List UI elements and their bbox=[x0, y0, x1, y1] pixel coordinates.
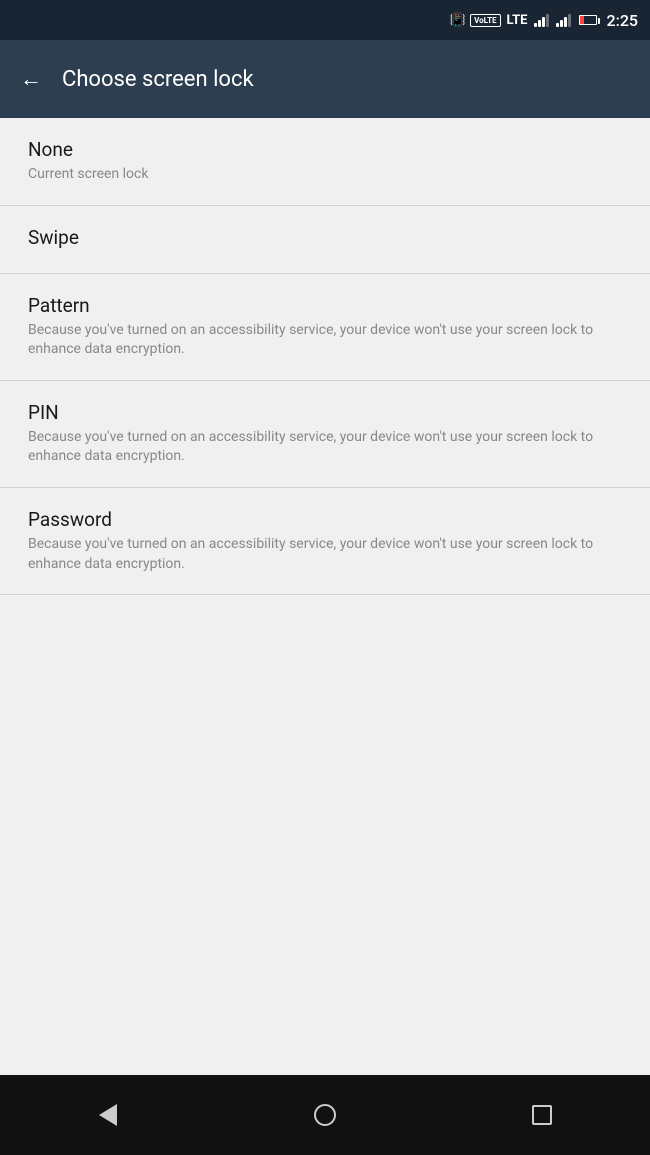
nav-back-button[interactable] bbox=[78, 1095, 138, 1135]
battery-fill bbox=[580, 16, 584, 24]
item-subtitle-pattern: Because you've turned on an accessibilit… bbox=[28, 321, 622, 360]
signal-bar bbox=[568, 14, 571, 27]
signal-bar bbox=[564, 17, 567, 27]
item-subtitle-none: Current screen lock bbox=[28, 165, 622, 185]
item-title-pin: PIN bbox=[28, 401, 622, 424]
content-area: None Current screen lock Swipe Pattern B… bbox=[0, 118, 650, 1075]
item-title-none: None bbox=[28, 138, 622, 161]
signal-bar bbox=[546, 14, 549, 27]
volte-badge: VoLTE bbox=[470, 14, 500, 27]
home-circle-icon bbox=[314, 1104, 336, 1126]
lte-label: LTE bbox=[507, 13, 528, 28]
signal-bars-2 bbox=[556, 13, 571, 27]
back-arrow-icon bbox=[99, 1104, 117, 1126]
battery-icon bbox=[579, 15, 597, 25]
item-title-pattern: Pattern bbox=[28, 294, 622, 317]
back-button[interactable]: ← bbox=[20, 66, 42, 92]
nav-home-button[interactable] bbox=[295, 1095, 355, 1135]
nav-bar bbox=[0, 1075, 650, 1155]
signal-bar bbox=[538, 20, 541, 27]
status-time: 2:25 bbox=[607, 11, 639, 30]
vibrate-icon: 📳 bbox=[450, 13, 466, 28]
list-item-none[interactable]: None Current screen lock bbox=[0, 118, 650, 206]
item-title-swipe: Swipe bbox=[28, 226, 622, 249]
signal-bar bbox=[542, 17, 545, 27]
item-subtitle-pin: Because you've turned on an accessibilit… bbox=[28, 428, 622, 467]
signal-bar bbox=[534, 23, 537, 27]
list-item-pattern[interactable]: Pattern Because you've turned on an acce… bbox=[0, 274, 650, 381]
recents-square-icon bbox=[532, 1105, 552, 1125]
signal-bar bbox=[556, 23, 559, 27]
list-item-password[interactable]: Password Because you've turned on an acc… bbox=[0, 488, 650, 595]
toolbar: ← Choose screen lock bbox=[0, 40, 650, 118]
signal-bars-1 bbox=[534, 13, 549, 27]
nav-recents-button[interactable] bbox=[512, 1095, 572, 1135]
item-title-password: Password bbox=[28, 508, 622, 531]
status-icons: 📳 VoLTE LTE 2:25 bbox=[450, 11, 638, 30]
toolbar-title: Choose screen lock bbox=[62, 67, 254, 92]
list-item-swipe[interactable]: Swipe bbox=[0, 206, 650, 274]
list-item-pin[interactable]: PIN Because you've turned on an accessib… bbox=[0, 381, 650, 488]
signal-bar bbox=[560, 20, 563, 27]
item-subtitle-password: Because you've turned on an accessibilit… bbox=[28, 535, 622, 574]
status-bar: 📳 VoLTE LTE 2:25 bbox=[0, 0, 650, 40]
